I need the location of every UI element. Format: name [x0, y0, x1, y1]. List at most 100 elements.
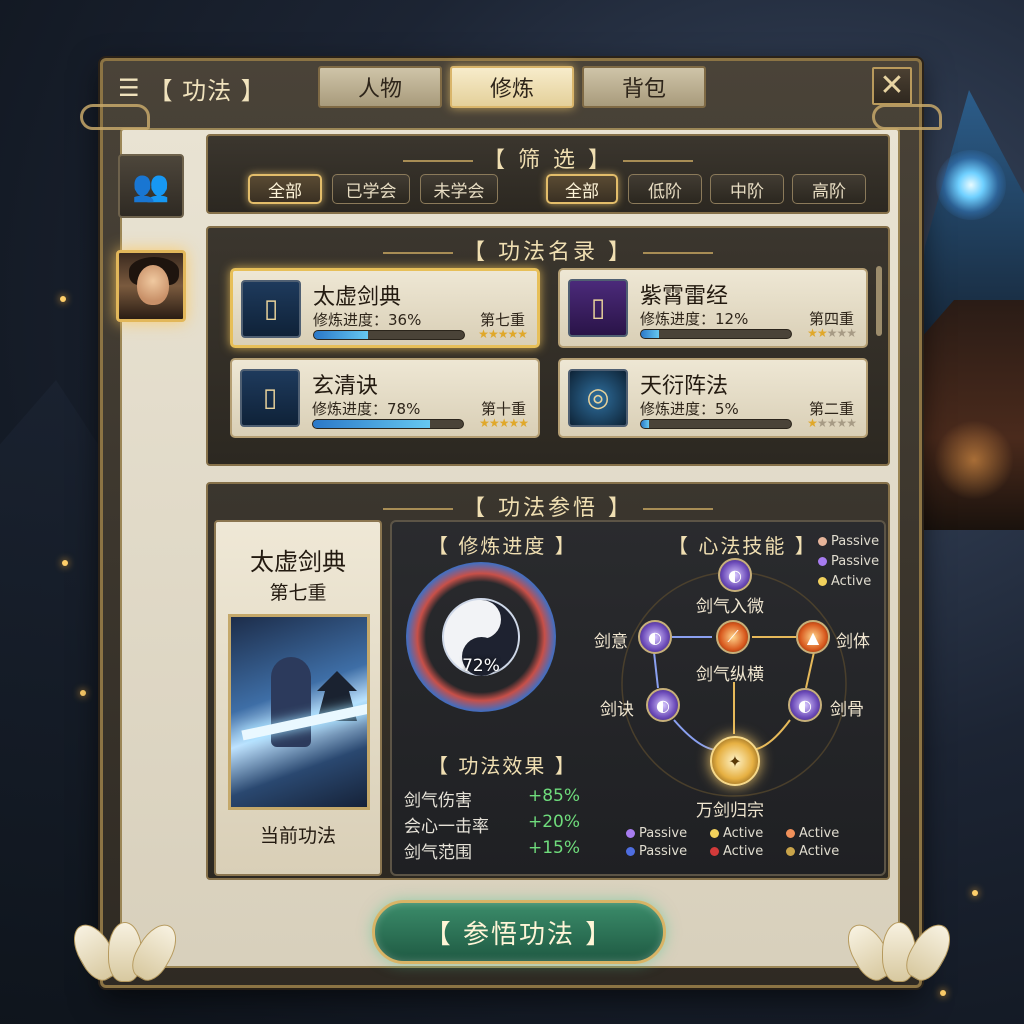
legend-dot [786, 847, 795, 856]
tab-cultivation[interactable]: 修炼 [450, 66, 574, 108]
skill-card[interactable]: ▯ 玄清诀 修炼进度：78% 第十重 ★★★★★ [230, 358, 540, 438]
star-filled-icon: ★ [478, 327, 489, 341]
window-title[interactable]: ☰ 【 功法 】 [118, 70, 266, 106]
insight-title-row: 【 功法参悟 】 [208, 490, 888, 522]
skill-name: 天衍阵法 [640, 374, 729, 399]
catalog-title: 【 功法名录 】 [463, 240, 633, 265]
sword-slash-icon: ⟋ [727, 627, 739, 646]
filter-title: 【 筛 选 】 [483, 148, 613, 173]
thunder-book-icon: ▯ [568, 279, 628, 337]
crescent-icon: ◐ [656, 695, 670, 715]
legend-item: Active [786, 826, 839, 841]
progress-fill [313, 420, 430, 428]
star-filled-icon: ★ [488, 416, 500, 430]
skill-progress-bar [640, 329, 792, 339]
filter-label: 全部 [565, 181, 599, 202]
filter-tier-mid[interactable]: 中阶 [710, 174, 784, 204]
divider [643, 252, 713, 254]
effect-label: 剑气伤害 [404, 791, 472, 811]
skills-title: 【 心法技能 】 [668, 534, 817, 558]
skill-node-lower-left[interactable]: ◐ [646, 688, 680, 722]
legend-dot [786, 829, 795, 838]
close-button[interactable]: ✕ [872, 67, 912, 105]
technique-detail-card: 太虚剑典 第七重 当前功法 [214, 520, 382, 876]
node-label: 剑意 [594, 632, 628, 652]
star-filled-icon: ★ [517, 327, 528, 341]
node-label: 剑诀 [600, 700, 634, 720]
cloud-ornament [80, 104, 150, 130]
skill-progress-label: 修炼进度：36% [313, 311, 422, 329]
divider [403, 160, 473, 162]
skill-node-top[interactable]: ◐ [718, 558, 752, 592]
progress-fill [641, 420, 649, 428]
background-portal-glow [936, 150, 1006, 220]
skill-card[interactable]: ◎ 天衍阵法 修炼进度：5% 第二重 ★★★★★ [558, 358, 868, 438]
star-empty-icon: ★ [846, 416, 857, 430]
star-filled-icon: ★ [497, 327, 509, 341]
technique-level: 第七重 [269, 582, 327, 604]
star-filled-icon: ★ [518, 416, 529, 430]
legend-item: Active [710, 826, 763, 841]
current-technique-label: 当前功法 [259, 825, 336, 847]
spark-particle [60, 296, 66, 302]
skill-node-right[interactable]: ▲ [796, 620, 830, 654]
star-filled-icon: ★ [487, 327, 499, 341]
legend-item: Passive [626, 826, 687, 841]
tab-character[interactable]: 人物 [318, 66, 442, 108]
star-empty-icon: ★ [836, 416, 847, 430]
legend-dot [710, 829, 719, 838]
character-avatar[interactable] [116, 250, 186, 322]
star-empty-icon: ★ [826, 416, 838, 430]
artwork-swordsman [271, 657, 311, 747]
skill-name: 玄清诀 [312, 374, 379, 399]
skill-progress-bar [640, 419, 792, 429]
legend-item: Active [786, 844, 839, 859]
legend-item: Passive [818, 534, 879, 549]
skill-card[interactable]: ▯ 太虚剑典 修炼进度：36% 第七重 ★★★★★ [230, 268, 540, 348]
legend-label: Active [799, 826, 840, 841]
catalog-title-row: 【 功法名录 】 [208, 234, 888, 266]
tab-inventory[interactable]: 背包 [582, 66, 706, 108]
menu-list-icon: ☰ [118, 74, 141, 102]
skill-node-ultimate[interactable]: ✦ [710, 736, 760, 786]
technique-artwork [228, 614, 370, 810]
filter-tier-low[interactable]: 低阶 [628, 174, 702, 204]
progress-percent: 72% [462, 656, 500, 676]
star-empty-icon: ★ [846, 326, 857, 340]
skill-node-center[interactable]: ⟋ [716, 620, 750, 654]
comprehend-technique-button[interactable]: 【 参悟功法 】 [372, 900, 666, 964]
filter-learn-all[interactable]: 全部 [248, 174, 322, 204]
filter-tier-high[interactable]: 高阶 [792, 174, 866, 204]
skill-card[interactable]: ▯ 紫霄雷经 修炼进度：12% 第四重 ★★★★★ [558, 268, 868, 348]
tab-label: 人物 [357, 77, 402, 102]
star-filled-icon: ★ [479, 416, 490, 430]
tab-label: 修炼 [489, 77, 534, 102]
progress-title: 【 修炼进度 】 [428, 534, 577, 558]
node-label: 万剑归宗 [696, 801, 764, 821]
skill-node-lower-right[interactable]: ◐ [788, 688, 822, 722]
filter-tier-all[interactable]: 全部 [546, 174, 618, 204]
star-empty-icon: ★ [816, 416, 828, 430]
sword-book-icon: ▯ [241, 280, 301, 338]
skill-node-left[interactable]: ◐ [638, 620, 672, 654]
lotus-ornament [839, 912, 959, 987]
skill-progress-label: 修炼进度：12% [640, 310, 749, 328]
window-title-label: 【 功法 】 [148, 76, 266, 105]
progress-fill [641, 330, 659, 338]
lotus-ornament [65, 912, 185, 987]
legend-label: Active [799, 844, 840, 859]
legend-label: Passive [639, 844, 688, 859]
filter-unlearned[interactable]: 未学会 [420, 174, 498, 204]
legend-label: Active [723, 826, 764, 841]
legend-dot [626, 829, 635, 838]
legend-item: Passive [626, 844, 687, 859]
flame-icon: ▲ [806, 627, 820, 647]
filter-label: 低阶 [648, 181, 682, 202]
effect-label: 会心一击率 [404, 817, 489, 837]
star-filled-icon: ★ [816, 326, 828, 340]
star-rating: ★★★★★ [479, 416, 529, 430]
filter-label: 高阶 [812, 181, 846, 202]
party-button[interactable]: 👥 [118, 154, 184, 218]
catalog-scrollbar[interactable] [876, 266, 882, 336]
filter-learned[interactable]: 已学会 [332, 174, 410, 204]
